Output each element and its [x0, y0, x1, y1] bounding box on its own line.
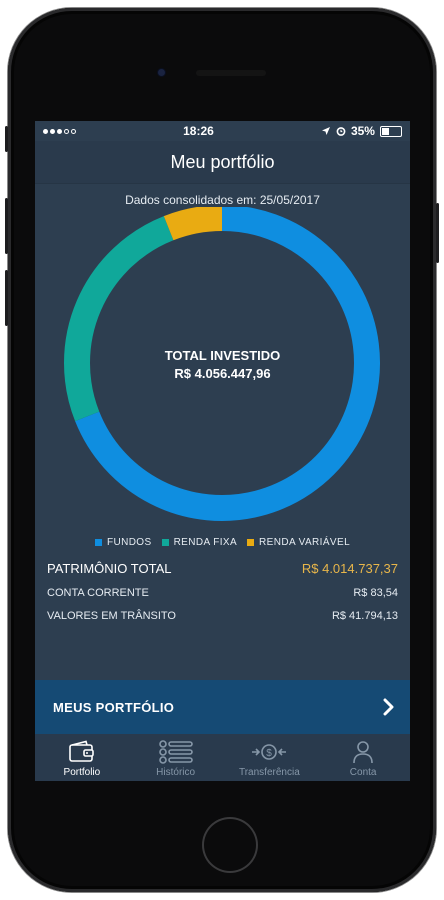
valores-transito-row: VALORES EM TRÂNSITO R$ 41.794,13 — [47, 610, 398, 622]
chevron-right-icon — [383, 698, 394, 716]
portfolio-donut-chart: TOTAL INVESTIDO R$ 4.056.447,96 — [35, 207, 410, 527]
location-icon — [321, 127, 330, 135]
status-bar: 18:26 35% — [35, 121, 410, 141]
conta-corrente-value: R$ 83,54 — [353, 587, 398, 599]
tab-label: Conta — [349, 767, 377, 778]
home-button[interactable] — [202, 817, 258, 873]
list-icon — [158, 740, 193, 764]
volume-up-button — [5, 198, 8, 254]
valores-transito-label: VALORES EM TRÂNSITO — [47, 610, 176, 622]
patrimonio-total-value: R$ 4.014.737,37 — [301, 561, 398, 576]
tab-conta[interactable]: Conta — [316, 734, 410, 781]
tab-label: Transferência — [238, 767, 300, 778]
battery-icon — [379, 125, 402, 137]
summary-section: PATRIMÔNIO TOTAL R$ 4.014.737,37 CONTA C… — [35, 561, 410, 622]
legend-label: RENDA VARIÁVEL — [259, 537, 351, 548]
legend-swatch — [247, 539, 255, 546]
transfer-icon: $ — [252, 744, 287, 760]
patrimonio-total-label: PATRIMÔNIO TOTAL — [47, 561, 172, 576]
valores-transito-value: R$ 41.794,13 — [331, 610, 398, 622]
tab-label: Portfolio — [63, 767, 101, 778]
tab-transferencia[interactable]: $ Transferência — [223, 734, 317, 781]
status-time: 18:26 — [183, 124, 214, 138]
page-title: Meu portfólio — [170, 151, 275, 172]
nav-bar: Meu portfólio — [35, 141, 410, 184]
tab-portfolio[interactable]: Portfolio — [35, 734, 129, 781]
earpiece-speaker — [196, 70, 266, 76]
battery-percent: 35% — [350, 124, 375, 138]
legend-item-renda-fixa: RENDA FIXA — [161, 537, 238, 548]
front-camera — [158, 69, 165, 76]
meus-portfolio-button[interactable]: MEUS PORTFÓLIO — [35, 680, 410, 734]
svg-text:$: $ — [267, 748, 273, 759]
meus-portfolio-label: MEUS PORTFÓLIO — [53, 699, 175, 715]
power-button — [436, 203, 439, 263]
signal-icon — [43, 128, 76, 134]
chart-center-value: R$ 4.056.447,96 — [174, 366, 271, 381]
slice-renda-variavel — [163, 207, 223, 241]
legend-label: RENDA FIXA — [173, 537, 238, 548]
user-icon — [353, 741, 373, 764]
tab-label: Histórico — [156, 767, 196, 778]
wallet-icon — [69, 740, 94, 762]
tab-bar: Portfolio Histórico $ Transferência Cont… — [35, 734, 410, 781]
slice-renda-fixa — [64, 216, 174, 422]
legend-label: FUNDOS — [106, 537, 152, 548]
mute-switch — [5, 126, 8, 152]
legend-swatch — [94, 539, 102, 546]
patrimonio-total-row: PATRIMÔNIO TOTAL R$ 4.014.737,37 — [47, 561, 398, 576]
chart-legend: FUNDOS RENDA FIXA RENDA VARIÁVEL — [35, 537, 410, 548]
consolidated-date: Dados consolidados em: 25/05/2017 — [125, 193, 320, 207]
tab-historico[interactable]: Histórico — [129, 734, 223, 781]
alarm-icon — [336, 127, 346, 136]
chart-center-title: TOTAL INVESTIDO — [164, 348, 281, 363]
legend-item-renda-variavel: RENDA VARIÁVEL — [247, 537, 350, 548]
app-screen: 18:26 35% Meu portfólio Dados consolidad… — [35, 121, 410, 781]
conta-corrente-label: CONTA CORRENTE — [47, 587, 149, 599]
volume-down-button — [5, 270, 8, 326]
legend-item-fundos: FUNDOS — [94, 537, 152, 548]
conta-corrente-row: CONTA CORRENTE R$ 83,54 — [47, 587, 398, 599]
legend-swatch — [161, 539, 169, 546]
